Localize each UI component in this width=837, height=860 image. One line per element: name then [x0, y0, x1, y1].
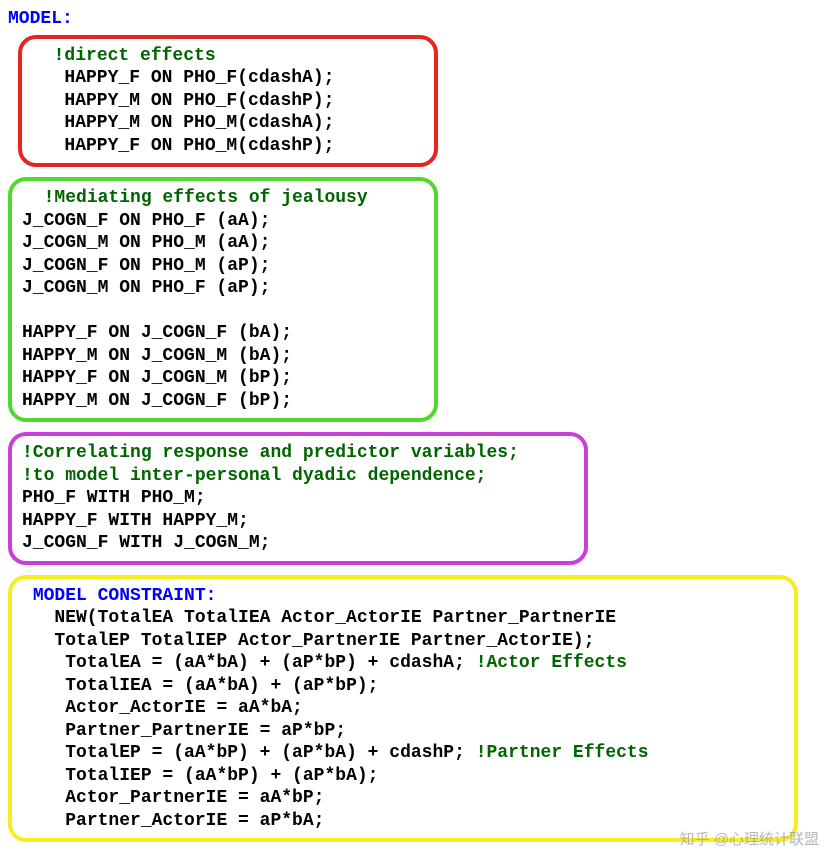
code-line: HAPPY_F ON PHO_F(cdashA);: [64, 68, 334, 88]
comment-mediating: !Mediating effects of jealousy: [44, 188, 368, 208]
code-line: HAPPY_M ON J_COGN_F (bP);: [22, 391, 292, 411]
mediating-effects-box: !Mediating effects of jealousy J_COGN_F …: [8, 177, 438, 422]
code-line: HAPPY_F ON J_COGN_M (bP);: [22, 368, 292, 388]
code-line: J_COGN_F ON PHO_F (aA);: [22, 211, 270, 231]
code-line: Partner_ActorIE = aP*bA;: [65, 811, 324, 831]
constraint-keyword: MODEL CONSTRAINT:: [33, 586, 217, 606]
model-constraint-code: MODEL CONSTRAINT: NEW(TotalEA TotalIEA A…: [22, 585, 784, 833]
code-line: HAPPY_F ON PHO_M(cdashP);: [64, 136, 334, 156]
correlating-code: !Correlating response and predictor vari…: [22, 442, 574, 555]
correlating-box: !Correlating response and predictor vari…: [8, 432, 588, 565]
code-line: HAPPY_M ON J_COGN_M (bA);: [22, 346, 292, 366]
model-constraint-box: MODEL CONSTRAINT: NEW(TotalEA TotalIEA A…: [8, 575, 798, 843]
model-header: MODEL:: [8, 8, 829, 31]
code-line: TotalEA = (aA*bA) + (aP*bP) + cdashA;: [65, 653, 465, 673]
direct-effects-code: !direct effects HAPPY_F ON PHO_F(cdashA)…: [32, 45, 424, 158]
code-line: Actor_ActorIE = aA*bA;: [65, 698, 303, 718]
code-line: PHO_F WITH PHO_M;: [22, 488, 206, 508]
code-line: HAPPY_M ON PHO_M(cdashA);: [64, 113, 334, 133]
code-line: Actor_PartnerIE = aA*bP;: [65, 788, 324, 808]
model-keyword: MODEL:: [8, 9, 73, 29]
comment-direct: !direct effects: [54, 46, 216, 66]
code-line: NEW(TotalEA TotalIEA Actor_ActorIE Partn…: [54, 608, 616, 628]
mediating-effects-code: !Mediating effects of jealousy J_COGN_F …: [22, 187, 424, 412]
code-line: HAPPY_F WITH HAPPY_M;: [22, 511, 249, 531]
code-line: TotalEP = (aA*bP) + (aP*bA) + cdashP;: [65, 743, 465, 763]
code-line: TotalEP TotalIEP Actor_PartnerIE Partner…: [54, 631, 594, 651]
direct-effects-box: !direct effects HAPPY_F ON PHO_F(cdashA)…: [18, 35, 438, 168]
comment-corr1: !Correlating response and predictor vari…: [22, 443, 519, 463]
comment-actor: !Actor Effects: [476, 653, 627, 673]
code-line: J_COGN_F WITH J_COGN_M;: [22, 533, 270, 553]
code-line: HAPPY_M ON PHO_F(cdashP);: [64, 91, 334, 111]
comment-partner: !Partner Effects: [476, 743, 649, 763]
code-line: J_COGN_F ON PHO_M (aP);: [22, 256, 270, 276]
code-line: J_COGN_M ON PHO_M (aA);: [22, 233, 270, 253]
code-line: TotalIEP = (aA*bP) + (aP*bA);: [65, 766, 378, 786]
code-line: J_COGN_M ON PHO_F (aP);: [22, 278, 270, 298]
comment-corr2: !to model inter-personal dyadic dependen…: [22, 466, 486, 486]
watermark: 知乎 @心理统计联盟: [680, 831, 819, 850]
code-line: TotalIEA = (aA*bA) + (aP*bP);: [65, 676, 378, 696]
code-line: Partner_PartnerIE = aP*bP;: [65, 721, 346, 741]
code-line: HAPPY_F ON J_COGN_F (bA);: [22, 323, 292, 343]
